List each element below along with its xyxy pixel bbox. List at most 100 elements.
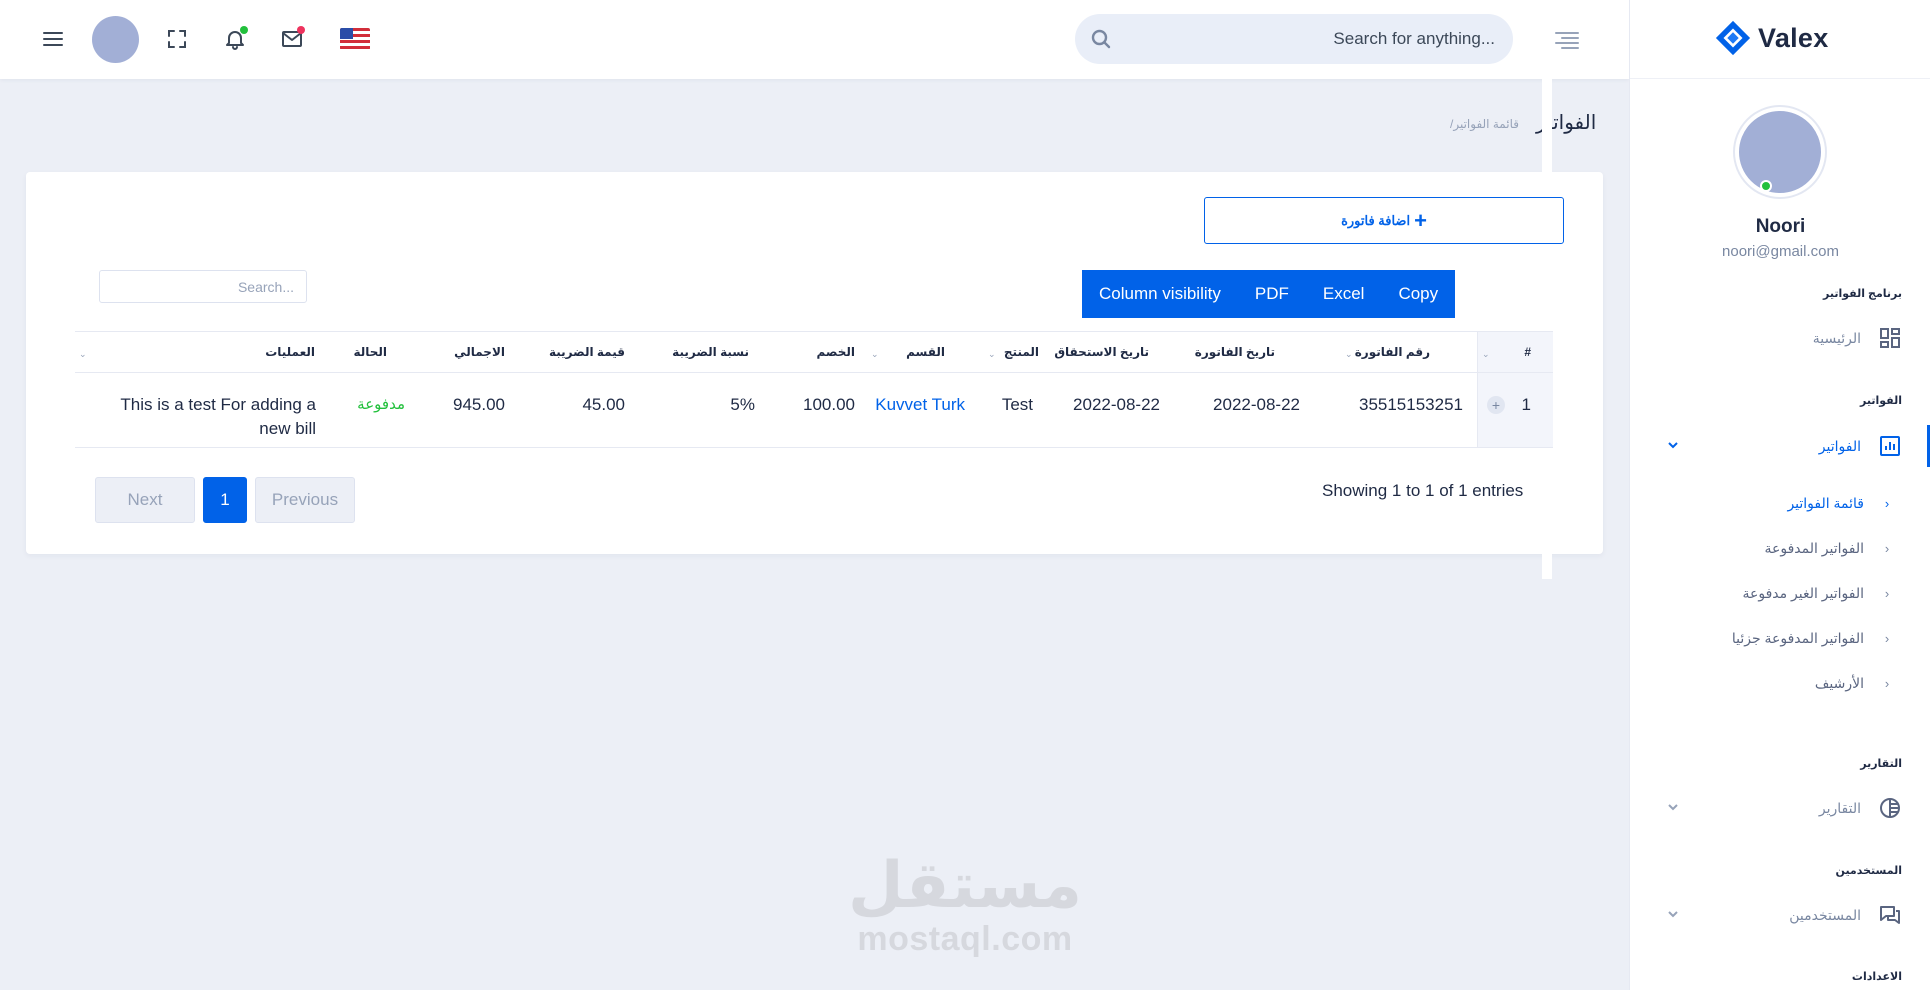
- user-email: noori@gmail.com: [1722, 243, 1839, 260]
- chevron-down-icon: [1668, 442, 1678, 449]
- sidebar-item-home[interactable]: الرئيسية: [1629, 321, 1930, 355]
- col-tax-value[interactable]: قيمة الضريبة: [515, 332, 625, 372]
- section-title-reports: التقارير: [1860, 758, 1902, 770]
- table-search-input[interactable]: [99, 270, 307, 303]
- fullscreen-icon[interactable]: [162, 24, 192, 54]
- sort-icon: ⌄: [1482, 349, 1490, 359]
- submenu-label: الفواتير المدفوعة جزئيا: [1731, 629, 1864, 646]
- chevron-down-icon: [1668, 911, 1678, 918]
- sort-icon: ⌄: [871, 349, 879, 359]
- cell-tax-rate: 5%: [730, 395, 755, 414]
- search-icon[interactable]: [1089, 27, 1113, 51]
- align-right-icon[interactable]: [1554, 30, 1580, 50]
- divider: [1630, 78, 1930, 79]
- submenu-label: قائمة الفواتير: [1787, 494, 1864, 511]
- top-header: [0, 0, 1629, 79]
- chevron-right-icon: ›: [1884, 675, 1890, 691]
- sidebar: Valex Noori noori@gmail.com برنامج الفوا…: [1629, 0, 1930, 990]
- submenu-item-invoice-list[interactable]: قائمة الفواتير ›: [1629, 488, 1930, 518]
- col-operations[interactable]: العمليات: [75, 332, 315, 372]
- dashboard-icon: [1877, 325, 1903, 351]
- sidebar-item-label: الرئيسية: [1812, 329, 1861, 346]
- profile-avatar[interactable]: [1735, 107, 1825, 197]
- chevron-right-icon: ›: [1884, 540, 1890, 556]
- chat-icon: [1877, 902, 1903, 928]
- sidebar-item-label: المستخدمين: [1789, 906, 1861, 923]
- cell-invoice-date: 2022-08-22: [1213, 395, 1300, 414]
- submenu-item-paid[interactable]: الفواتير المدفوعة ›: [1629, 533, 1930, 563]
- col-section[interactable]: القسم: [865, 332, 965, 372]
- col-status[interactable]: الحالة: [325, 332, 405, 372]
- plus-icon: +: [1414, 207, 1427, 233]
- col-total[interactable]: الاجمالي: [415, 332, 505, 372]
- header-avatar[interactable]: [92, 16, 139, 63]
- previous-page-button[interactable]: Previous: [255, 477, 355, 523]
- header-search: [1075, 14, 1513, 64]
- operations-text-line: This is a test For adding a: [120, 395, 316, 414]
- operations-text-line: new bill: [259, 419, 316, 438]
- online-status-dot: [1760, 180, 1772, 192]
- chevron-right-icon: ›: [1884, 630, 1890, 646]
- chevron-right-icon: ›: [1884, 585, 1890, 601]
- pagination: Next 1 Previous: [95, 477, 355, 523]
- cell-section-link[interactable]: Kuvvet Turk: [865, 373, 965, 447]
- table-row[interactable]: 1 + 35515153251 2022-08-22 2022-08-22 Te…: [75, 373, 1553, 448]
- next-page-button[interactable]: Next: [95, 477, 195, 523]
- breadcrumb[interactable]: /قائمة الفواتير: [1450, 117, 1519, 131]
- excel-button[interactable]: Excel: [1305, 270, 1382, 318]
- add-invoice-label: اضافة فاتورة: [1341, 212, 1411, 228]
- cell-discount: 100.00: [803, 395, 855, 414]
- watermark-arabic: مستقل: [847, 849, 1083, 921]
- cell-product: Test: [1001, 395, 1033, 414]
- logo-text: Valex: [1758, 22, 1829, 53]
- col-tax-rate[interactable]: نسبة الضريبة: [635, 332, 755, 372]
- col-invoice-number[interactable]: رقم الفاتورة: [1300, 332, 1450, 372]
- sidebar-item-label: الفواتير: [1818, 437, 1861, 454]
- watermark-latin: mostaql.com: [857, 920, 1073, 958]
- cell-status: مدفوعة: [357, 396, 405, 413]
- watermark: مستقل mostaql.com: [840, 850, 1090, 959]
- pie-chart-icon: [1877, 795, 1903, 821]
- section-title-program: برنامج الفواتير: [1823, 288, 1902, 300]
- menu-icon[interactable]: [38, 24, 68, 54]
- section-title-invoices: الفواتير: [1860, 395, 1902, 407]
- copy-button[interactable]: Copy: [1381, 270, 1456, 318]
- brand-logo[interactable]: Valex: [1714, 18, 1829, 58]
- cell-total: 945.00: [453, 395, 505, 414]
- scrollbar[interactable]: [1542, 79, 1552, 579]
- us-flag-icon[interactable]: [340, 28, 370, 50]
- logo-icon: [1715, 20, 1751, 56]
- bell-icon[interactable]: [220, 24, 250, 54]
- section-title-users: المستخدمين: [1835, 865, 1902, 877]
- col-discount[interactable]: الخصم: [775, 332, 855, 372]
- submenu-item-archive[interactable]: الأرشيف ›: [1629, 668, 1930, 698]
- submenu-label: الفواتير المدفوعة: [1764, 539, 1864, 556]
- sidebar-item-invoices[interactable]: الفواتير: [1629, 425, 1930, 467]
- cell-operations: This is a test For adding a new bill: [75, 373, 316, 447]
- pdf-button[interactable]: PDF: [1237, 270, 1306, 318]
- col-invoice-date[interactable]: تاريخ الفاتورة: [1170, 332, 1285, 372]
- sidebar-item-reports[interactable]: التقارير: [1629, 791, 1930, 825]
- cell-invoice-number: 35515153251: [1358, 395, 1463, 414]
- bar-chart-icon: [1877, 433, 1903, 459]
- page-1-button[interactable]: 1: [203, 477, 247, 523]
- section-title-settings: الاعدادات: [1851, 971, 1902, 983]
- header-search-input[interactable]: [1125, 14, 1495, 64]
- chevron-down-icon: [1668, 804, 1678, 811]
- message-dot: [297, 26, 305, 34]
- cell-tax-value: 45.00: [582, 395, 625, 414]
- user-name: Noori: [1755, 216, 1806, 237]
- sidebar-item-label: التقارير: [1818, 799, 1861, 816]
- expand-row-icon[interactable]: +: [1487, 396, 1505, 414]
- submenu-label: الأرشيف: [1814, 674, 1864, 691]
- cell-due-date: 2022-08-22: [1073, 395, 1160, 414]
- submenu-item-unpaid[interactable]: الفواتير الغير مدفوعة ›: [1629, 578, 1930, 608]
- col-product[interactable]: المنتج: [975, 332, 1043, 372]
- add-invoice-button[interactable]: اضافة فاتورة +: [1204, 197, 1564, 244]
- sidebar-item-users[interactable]: المستخدمين: [1629, 898, 1930, 932]
- column-visibility-button[interactable]: Column visibility: [1082, 270, 1238, 318]
- col-due-date[interactable]: تاريخ الاستحقاق: [1040, 332, 1155, 372]
- submenu-label: الفواتير الغير مدفوعة: [1742, 584, 1864, 601]
- submenu-item-partial[interactable]: الفواتير المدفوعة جزئيا ›: [1629, 623, 1930, 653]
- mail-icon[interactable]: [277, 24, 307, 54]
